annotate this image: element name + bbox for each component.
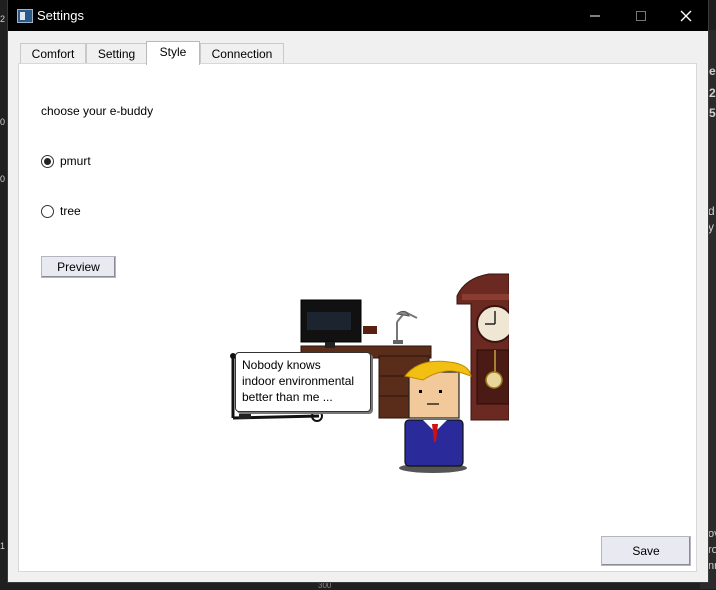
radio-button-selected[interactable]	[41, 155, 54, 168]
preview-button[interactable]: Preview	[41, 256, 116, 278]
minimize-button[interactable]	[572, 0, 618, 31]
choose-buddy-label: choose your e-buddy	[41, 104, 154, 118]
tab-connection[interactable]: Connection	[200, 43, 284, 64]
background-text-fragment: 5	[709, 106, 716, 120]
app-icon	[17, 9, 33, 23]
background-text-fragment: nn	[708, 560, 716, 572]
background-text-fragment: 1	[0, 541, 6, 551]
window-title: Settings	[37, 8, 84, 23]
grandfather-clock	[456, 273, 509, 421]
radio-label: tree	[60, 204, 81, 218]
desk-lamp	[393, 310, 418, 344]
minimize-icon	[590, 15, 600, 17]
speech-bubble-line: Nobody knows	[242, 358, 321, 372]
tab-setting[interactable]: Setting	[86, 43, 147, 64]
background-text-fragment: 0	[0, 117, 6, 127]
background-text-fragment: 0	[0, 174, 6, 184]
settings-window: Settings Comfort Setting Style Connectio…	[8, 0, 708, 582]
background-text-fragment: ov	[708, 528, 716, 540]
background-text-fragment: y	[708, 220, 714, 234]
speech-bubble-line: better than me ...	[242, 390, 333, 404]
maximize-icon	[636, 11, 646, 22]
radio-button[interactable]	[41, 205, 54, 218]
background-text-fragment: d	[708, 204, 715, 218]
pmurt-character	[399, 360, 472, 473]
speech-bubble-line: indoor environmental	[242, 374, 355, 388]
computer-monitor	[300, 299, 362, 348]
close-button[interactable]	[663, 0, 709, 31]
background-text-fragment: 2	[0, 14, 6, 24]
tab-comfort[interactable]: Comfort	[20, 43, 86, 64]
background-text-fragment: e	[709, 64, 716, 78]
title-bar[interactable]: Settings	[8, 0, 708, 31]
close-icon	[680, 10, 692, 22]
maximize-button[interactable]	[618, 0, 664, 31]
style-tab-panel: choose your e-buddy pmurt tree Preview N…	[18, 63, 697, 572]
radio-label: pmurt	[60, 154, 91, 168]
speech-bubble: Nobody knows indoor environmental better…	[235, 352, 371, 412]
background-text-fragment: 2	[709, 86, 716, 100]
tab-style[interactable]: Style	[146, 41, 200, 65]
desk-phone	[363, 326, 377, 334]
save-button[interactable]: Save	[601, 536, 691, 566]
background-text-fragment: ro	[708, 544, 716, 556]
